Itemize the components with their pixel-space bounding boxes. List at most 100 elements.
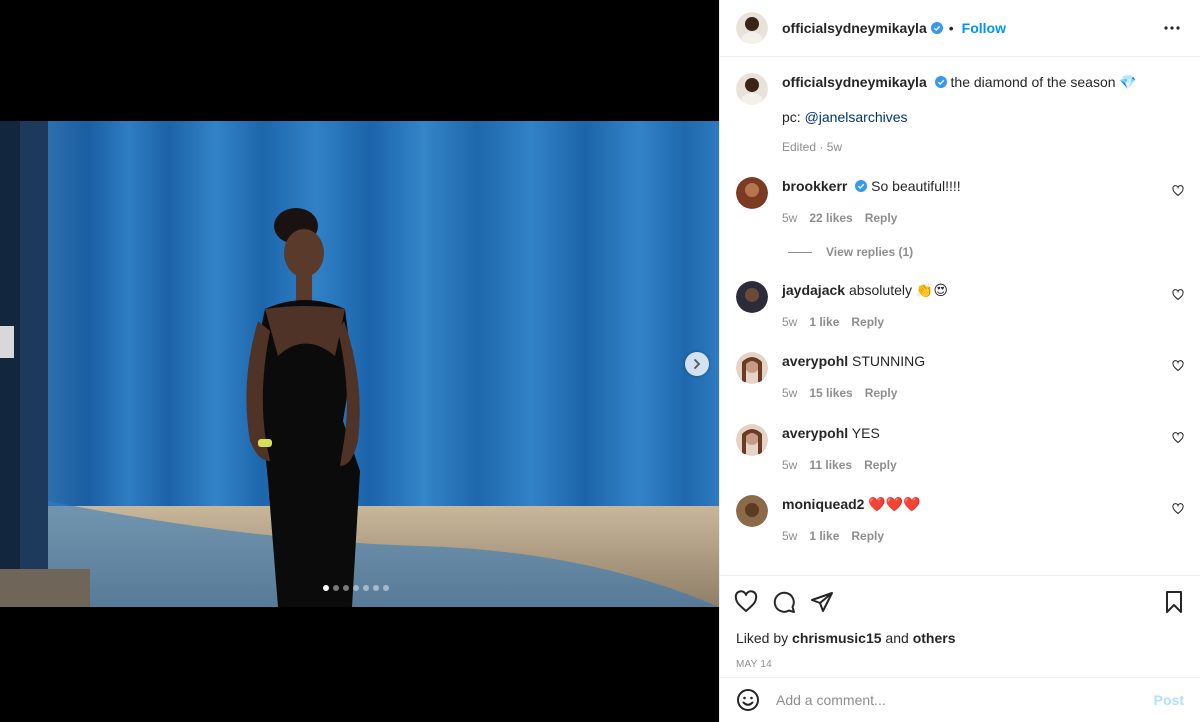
liked-by: Liked by chrismusic15 and others: [720, 627, 1200, 649]
carousel-dot: [323, 585, 329, 591]
next-slide-button[interactable]: [685, 352, 709, 376]
post-date[interactable]: MAY 14: [720, 653, 1200, 677]
heart-icon: [734, 589, 758, 612]
like-button[interactable]: [734, 589, 758, 614]
reply-button[interactable]: Reply: [865, 384, 898, 402]
carousel-dot: [343, 585, 349, 591]
comment-composer: Post: [720, 677, 1200, 722]
comment-icon: [773, 591, 795, 613]
comment-input[interactable]: [774, 691, 1154, 709]
comments-list[interactable]: officialsydneymikayla the diamond of the…: [720, 57, 1200, 575]
comment-age: 5w: [782, 386, 798, 400]
comment-body: jaydajack absolutely 👏😍 5w 1 like Reply: [782, 281, 948, 331]
caption-text: the diamond of the season 💎: [950, 74, 1137, 90]
comment-likes[interactable]: 11 likes: [809, 456, 852, 474]
carousel-dot: [373, 585, 379, 591]
bookmark-icon: [1166, 590, 1182, 613]
post-photo[interactable]: [0, 121, 719, 607]
comment-text: YES: [851, 425, 880, 441]
comment-body: averypohl YES 5w 11 likes Reply: [782, 424, 897, 474]
comment-meta: 5w 1 like Reply: [782, 527, 921, 545]
liked-by-prefix: Liked by: [736, 630, 793, 646]
more-options-button[interactable]: [1160, 16, 1184, 40]
heart-icon[interactable]: [1172, 432, 1184, 444]
post-dialog: officialsydneymikayla • Follow officials…: [0, 0, 1200, 722]
comment-text: STUNNING: [852, 353, 926, 369]
post-header: officialsydneymikayla • Follow: [720, 0, 1200, 57]
reply-button[interactable]: Reply: [851, 527, 884, 545]
carousel-indicator: [323, 585, 389, 591]
comment-username[interactable]: moniquead2: [782, 496, 864, 512]
follow-button[interactable]: Follow: [962, 20, 1006, 36]
heart-icon[interactable]: [1172, 289, 1184, 301]
view-replies-button[interactable]: View replies (1): [788, 245, 913, 259]
chevron-right-icon: [694, 359, 700, 369]
carousel-dot: [363, 585, 369, 591]
reply-button[interactable]: Reply: [864, 456, 897, 474]
share-icon: [811, 591, 833, 612]
comment-username[interactable]: jaydajack: [782, 282, 845, 298]
post-media: [0, 0, 719, 722]
save-button[interactable]: [1162, 590, 1186, 614]
post-side-panel: officialsydneymikayla • Follow officials…: [719, 0, 1200, 722]
comment-age: 5w: [782, 458, 798, 472]
comment-body: moniquead2 ❤️❤️❤️ 5w 1 like Reply: [782, 495, 921, 545]
comment-item: averypohl STUNNING 5w 15 likes Reply: [736, 352, 1184, 402]
carousel-dot: [383, 585, 389, 591]
comment-username[interactable]: brookkerr: [782, 178, 847, 194]
emoji-icon[interactable]: [736, 688, 760, 712]
caption-line2: pc:: [782, 109, 805, 125]
comment-age: 5w: [782, 211, 798, 225]
comment-age: 5w: [782, 529, 798, 543]
comment-likes[interactable]: 22 likes: [809, 209, 852, 227]
action-bar: [720, 575, 1200, 627]
caption-edited: Edited · 5w: [782, 140, 843, 154]
heart-icon[interactable]: [1172, 503, 1184, 515]
comment-meta: 5w 15 likes Reply: [782, 384, 925, 402]
comment-username[interactable]: averypohl: [782, 425, 848, 441]
comment-likes[interactable]: 15 likes: [809, 384, 852, 402]
caption-mention[interactable]: @janelsarchives: [805, 109, 908, 125]
comment-likes[interactable]: 1 like: [809, 313, 839, 331]
liked-by-user[interactable]: chrismusic15: [792, 630, 882, 646]
caption-meta: Edited · 5w: [782, 138, 1137, 156]
comment-item: averypohl YES 5w 11 likes Reply: [736, 424, 1184, 474]
author-avatar[interactable]: [736, 12, 768, 44]
more-icon: [1164, 26, 1180, 30]
view-replies-label: View replies (1): [826, 245, 914, 259]
comment-meta: 5w 22 likes Reply: [782, 209, 961, 227]
heart-icon[interactable]: [1172, 360, 1184, 372]
comment-text: ❤️❤️❤️: [868, 496, 921, 512]
author-username[interactable]: officialsydneymikayla: [782, 20, 927, 36]
comment-body: averypohl STUNNING 5w 15 likes Reply: [782, 352, 925, 402]
comment-avatar[interactable]: [736, 495, 768, 527]
comment-age: 5w: [782, 315, 798, 329]
verified-icon: [930, 22, 943, 34]
comment-username[interactable]: averypohl: [782, 353, 848, 369]
reply-button[interactable]: Reply: [851, 313, 884, 331]
reply-button[interactable]: Reply: [865, 209, 898, 227]
comment-button[interactable]: [772, 590, 796, 614]
comment-body: brookkerr So beautiful!!!! 5w 22 likes R…: [782, 177, 961, 227]
comment-meta: 5w 11 likes Reply: [782, 456, 897, 474]
carousel-dot: [353, 585, 359, 591]
share-button[interactable]: [810, 590, 834, 614]
liked-by-mid: and: [881, 630, 913, 646]
post-button[interactable]: Post: [1154, 692, 1184, 708]
caption: officialsydneymikayla the diamond of the…: [736, 73, 1184, 156]
comment-avatar[interactable]: [736, 177, 768, 209]
liked-by-others[interactable]: others: [913, 630, 956, 646]
comment-avatar[interactable]: [736, 352, 768, 384]
comment-item: jaydajack absolutely 👏😍 5w 1 like Reply: [736, 281, 1184, 331]
comment-item: moniquead2 ❤️❤️❤️ 5w 1 like Reply: [736, 495, 1184, 545]
caption-username[interactable]: officialsydneymikayla: [782, 74, 927, 90]
heart-icon[interactable]: [1172, 185, 1184, 197]
caption-body: officialsydneymikayla the diamond of the…: [782, 73, 1137, 156]
separator-dot: •: [948, 20, 954, 36]
comment-likes[interactable]: 1 like: [809, 527, 839, 545]
author-avatar[interactable]: [736, 73, 768, 105]
comment-avatar[interactable]: [736, 424, 768, 456]
comment-avatar[interactable]: [736, 281, 768, 313]
comment-text: So beautiful!!!!: [871, 178, 961, 194]
verified-icon: [855, 180, 868, 192]
